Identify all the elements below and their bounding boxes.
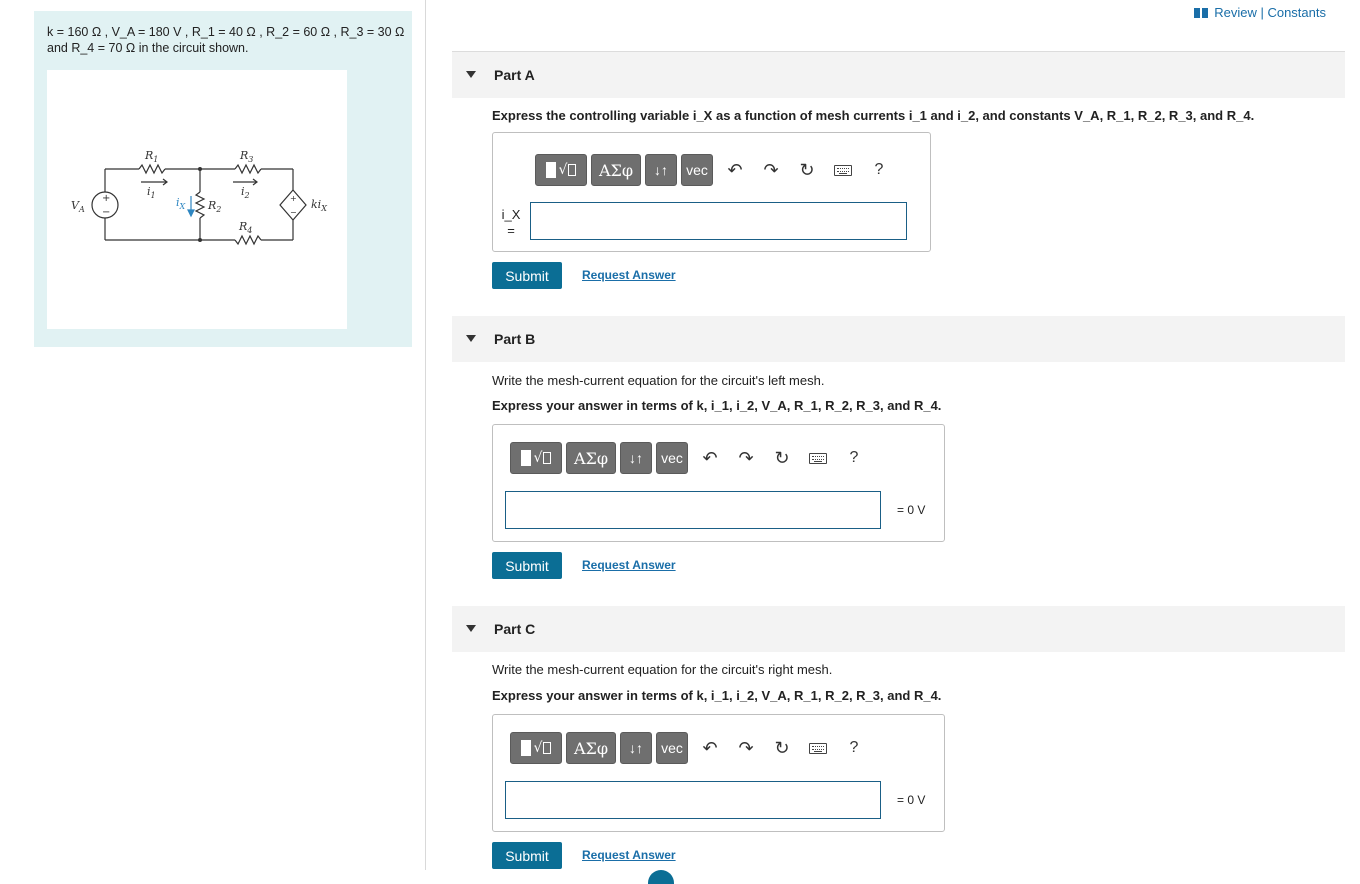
- undo-icon[interactable]: ↶: [717, 154, 753, 186]
- part-b-answer-input[interactable]: [505, 491, 881, 529]
- keyboard-icon[interactable]: [800, 442, 836, 474]
- greek-symbols-button[interactable]: ΑΣφ: [566, 442, 616, 474]
- keyboard-icon[interactable]: [800, 732, 836, 764]
- part-c-header[interactable]: Part C: [452, 606, 1345, 652]
- part-c-submit-button[interactable]: Submit: [492, 842, 562, 869]
- label-ix: iX: [176, 196, 186, 211]
- part-c-description: Write the mesh-current equation for the …: [492, 662, 833, 677]
- templates-button[interactable]: √: [510, 442, 562, 474]
- arrow-ix-head: [187, 209, 195, 218]
- part-b-submit-button[interactable]: Submit: [492, 552, 562, 579]
- collapse-caret-icon[interactable]: [466, 71, 476, 78]
- part-a-title: Part A: [494, 67, 535, 83]
- junction-top: [198, 167, 202, 171]
- math-toolbar: √ ΑΣφ ↓↑ vec ↶ ↷ ↻ ?: [510, 730, 872, 766]
- part-a-header[interactable]: Part A: [452, 52, 1345, 98]
- label-r1: R1: [144, 149, 158, 164]
- part-a-request-answer-link[interactable]: Request Answer: [582, 268, 676, 282]
- ix-equals-label: i_X =: [501, 207, 521, 238]
- label-r4: R4: [238, 220, 252, 235]
- resistor-r2: [194, 191, 206, 219]
- part-a-prompt: Express the controlling variable i_X as …: [492, 108, 1255, 123]
- greek-symbols-button[interactable]: ΑΣφ: [566, 732, 616, 764]
- redo-icon[interactable]: ↷: [728, 732, 764, 764]
- label-i1: i1: [147, 185, 156, 200]
- scroll-indicator[interactable]: [648, 870, 674, 884]
- radical-icon: √: [534, 740, 552, 756]
- undo-icon[interactable]: ↶: [692, 442, 728, 474]
- book-icon: [1194, 7, 1209, 18]
- vector-button[interactable]: vec: [656, 442, 688, 474]
- keyboard-icon[interactable]: [825, 154, 861, 186]
- reset-icon[interactable]: ↻: [789, 154, 825, 186]
- collapse-caret-icon[interactable]: [466, 625, 476, 632]
- va-minus: −: [102, 207, 110, 218]
- greek-symbols-button[interactable]: ΑΣφ: [591, 154, 641, 186]
- dep-minus: −: [290, 208, 297, 217]
- problem-intro: k = 160 Ω , V_A = 180 V , R_1 = 40 Ω , R…: [47, 25, 405, 55]
- reset-icon[interactable]: ↻: [764, 732, 800, 764]
- redo-icon[interactable]: ↷: [728, 442, 764, 474]
- resistor-r4: [234, 234, 262, 246]
- math-toolbar: √ ΑΣφ ↓↑ vec ↶ ↷ ↻ ?: [535, 152, 897, 188]
- part-b-description: Write the mesh-current equation for the …: [492, 373, 825, 388]
- help-button[interactable]: ?: [836, 442, 872, 474]
- resistor-r3: [234, 163, 262, 175]
- collapse-caret-icon[interactable]: [466, 335, 476, 342]
- junction-bottom: [198, 238, 202, 242]
- part-b-answer-box: √ ΑΣφ ↓↑ vec ↶ ↷ ↻ ? = 0 V: [492, 424, 945, 542]
- part-c-answer-box: √ ΑΣφ ↓↑ vec ↶ ↷ ↻ ? = 0 V: [492, 714, 945, 832]
- radical-icon: √: [559, 162, 577, 178]
- resistor-r1: [138, 163, 166, 175]
- label-i2: i2: [241, 185, 250, 200]
- part-c-answer-input[interactable]: [505, 781, 881, 819]
- review-constants-link[interactable]: Review | Constants: [1194, 5, 1326, 20]
- template-box-icon: [520, 450, 531, 466]
- review-constants-label: Review | Constants: [1214, 5, 1326, 20]
- va-plus: +: [102, 193, 110, 204]
- help-button[interactable]: ?: [861, 154, 897, 186]
- arrows-button[interactable]: ↓↑: [645, 154, 677, 186]
- vector-button[interactable]: vec: [681, 154, 713, 186]
- part-c-equals-zero: = 0 V: [897, 793, 926, 807]
- label-va: VA: [71, 199, 85, 214]
- template-box-icon: [520, 740, 531, 756]
- part-b-prompt: Express your answer in terms of k, i_1, …: [492, 398, 942, 413]
- part-b-equals-zero: = 0 V: [897, 503, 926, 517]
- part-a-submit-button[interactable]: Submit: [492, 262, 562, 289]
- part-b-title: Part B: [494, 331, 536, 347]
- label-kix: kiX: [311, 198, 327, 213]
- undo-icon[interactable]: ↶: [692, 732, 728, 764]
- reset-icon[interactable]: ↻: [764, 442, 800, 474]
- label-r2: R2: [207, 199, 221, 214]
- part-c-prompt: Express your answer in terms of k, i_1, …: [492, 688, 942, 703]
- dep-plus: +: [290, 194, 297, 203]
- templates-button[interactable]: √: [535, 154, 587, 186]
- part-b-header[interactable]: Part B: [452, 316, 1345, 362]
- radical-icon: √: [534, 450, 552, 466]
- vector-button[interactable]: vec: [656, 732, 688, 764]
- part-a-answer-box: √ ΑΣφ ↓↑ vec ↶ ↷ ↻ ? i_X =: [492, 132, 931, 252]
- help-button[interactable]: ?: [836, 732, 872, 764]
- template-box-icon: [545, 162, 556, 178]
- math-toolbar: √ ΑΣφ ↓↑ vec ↶ ↷ ↻ ?: [510, 440, 872, 476]
- problem-panel: k = 160 Ω , V_A = 180 V , R_1 = 40 Ω , R…: [34, 11, 412, 347]
- arrows-button[interactable]: ↓↑: [620, 442, 652, 474]
- circuit-diagram: R1 R3 R4 R2 VA i1 i2 kiX iX + − + −: [71, 149, 327, 246]
- label-r3: R3: [239, 149, 253, 164]
- arrows-button[interactable]: ↓↑: [620, 732, 652, 764]
- part-c-request-answer-link[interactable]: Request Answer: [582, 848, 676, 862]
- part-c-title: Part C: [494, 621, 536, 637]
- templates-button[interactable]: √: [510, 732, 562, 764]
- part-b-request-answer-link[interactable]: Request Answer: [582, 558, 676, 572]
- redo-icon[interactable]: ↷: [753, 154, 789, 186]
- column-divider: [425, 0, 426, 870]
- circuit-figure: R1 R3 R4 R2 VA i1 i2 kiX iX + − + −: [47, 70, 347, 329]
- part-a-answer-input[interactable]: [530, 202, 907, 240]
